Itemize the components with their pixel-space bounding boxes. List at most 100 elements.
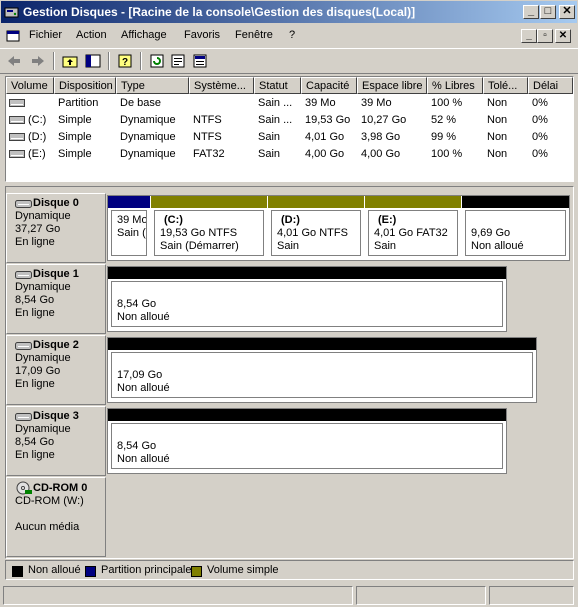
cell-capacity: 39 Mo	[305, 97, 336, 109]
partition-details: 9,69 Go Non alloué	[465, 210, 566, 256]
partition-details: 8,54 Go Non alloué	[111, 423, 503, 469]
disk-management-icon[interactable]	[4, 5, 19, 20]
column-header[interactable]: Espace libre	[357, 77, 427, 94]
partition-label: (D:)	[281, 214, 300, 226]
partition-details: (D:) 4,01 Go NTFS Sain	[271, 210, 361, 256]
partition[interactable]: (E:) 4,01 Go FAT32 Sain	[365, 196, 461, 260]
properties-button[interactable]	[168, 52, 188, 70]
cell-filesystem: NTFS	[193, 114, 222, 126]
maximize-button[interactable]: □	[540, 5, 556, 19]
partition-size: 39 Mo	[117, 214, 147, 226]
cdrom-name: CD-ROM 0	[33, 481, 88, 494]
column-header[interactable]: Type	[116, 77, 189, 94]
partition-size: 8,54 Go	[117, 440, 157, 452]
table-row[interactable]: (C:) Simple Dynamique NTFS Sain ... 19,5…	[6, 112, 573, 129]
cdrom-0-label[interactable]: CD-ROM 0 CD-ROM (W:) Aucun média	[6, 477, 106, 557]
cell-percent-free: 100 %	[431, 148, 463, 160]
disk-1-label[interactable]: Disque 1 Dynamique 8,54 Go En ligne	[6, 264, 106, 334]
cell-volume	[28, 95, 54, 112]
legend-label: Volume simple	[207, 564, 279, 576]
partition[interactable]: (C:) 19,53 Go NTFS Sain (Démarrer)	[151, 196, 267, 260]
partition[interactable]: 39 Mo Sain (	[108, 196, 150, 260]
partition-size: 9,69 Go	[471, 227, 511, 239]
cell-fault-tolerance: Non	[487, 114, 508, 126]
cell-free-space: 3,98 Go	[361, 131, 401, 143]
menu-fichier[interactable]: Fichier	[29, 29, 62, 41]
cell-type: Dynamique	[120, 148, 176, 160]
partition-bar	[108, 267, 506, 279]
hard-disk-icon	[15, 271, 32, 279]
partition[interactable]: 8,54 Go Non alloué	[108, 409, 506, 473]
hard-disk-icon	[9, 116, 25, 124]
column-header[interactable]: Système...	[189, 77, 254, 94]
title-bar[interactable]: Gestion Disques - [Racine de la console\…	[0, 0, 578, 24]
child-restore-button[interactable]: ▫	[537, 29, 553, 43]
hard-disk-icon	[15, 342, 32, 350]
table-row[interactable]: (E:) Simple Dynamique FAT32 Sain 4,00 Go…	[6, 146, 573, 163]
properties-icon	[171, 54, 185, 68]
disk-3-label[interactable]: Disque 3 Dynamique 8,54 Go En ligne	[6, 406, 106, 476]
table-row[interactable]: (D:) Simple Dynamique NTFS Sain 4,01 Go …	[6, 129, 573, 146]
partition-status: Non alloué	[117, 382, 170, 394]
partition-details: (C:) 19,53 Go NTFS Sain (Démarrer)	[154, 210, 264, 256]
disk-type: Dynamique	[15, 423, 71, 435]
cell-overhead: 0%	[532, 97, 548, 109]
menu-help[interactable]: ?	[289, 29, 295, 41]
column-header[interactable]: Tolé...	[483, 77, 528, 94]
table-row[interactable]: Partition De base Sain ... 39 Mo 39 Mo 1…	[6, 95, 573, 112]
menu-action[interactable]: Action	[76, 29, 107, 41]
cell-percent-free: 99 %	[431, 131, 457, 143]
forward-button[interactable]	[28, 52, 48, 70]
back-button[interactable]	[4, 52, 24, 70]
volume-list[interactable]: Volume Disposition Type Système... Statu…	[5, 76, 574, 182]
partition[interactable]: (D:) 4,01 Go NTFS Sain	[268, 196, 364, 260]
hard-disk-icon	[15, 200, 32, 208]
menu-favoris[interactable]: Favoris	[184, 29, 220, 41]
help-button[interactable]: ?	[115, 52, 135, 70]
partition-bar	[151, 196, 267, 208]
column-header[interactable]: Délai	[528, 77, 573, 94]
disk-0-label[interactable]: Disque 0 Dynamique 37,27 Go En ligne	[6, 193, 106, 263]
status-pane	[3, 586, 353, 605]
cell-disposition: Simple	[58, 131, 92, 143]
partition-size: 19,53 Go NTFS	[160, 227, 238, 239]
partition[interactable]: 17,09 Go Non alloué	[108, 338, 536, 402]
status-bar	[0, 584, 578, 607]
show-tree-button[interactable]	[83, 52, 103, 70]
child-minimize-button[interactable]: _	[521, 29, 537, 43]
legend: Non alloué Partition principale Volume s…	[5, 560, 574, 580]
refresh-button[interactable]	[147, 52, 167, 70]
menu-fenetre[interactable]: Fenêtre	[235, 29, 273, 41]
forward-arrow-icon	[32, 56, 44, 66]
disk-size: 8,54 Go	[15, 294, 55, 306]
child-window-icon[interactable]	[6, 29, 20, 43]
column-header[interactable]: Disposition	[54, 77, 116, 94]
toolbar-separator	[53, 52, 55, 70]
legend-label: Partition principale	[101, 564, 192, 576]
cell-capacity: 4,01 Go	[305, 131, 345, 143]
export-list-icon	[193, 54, 207, 68]
cell-disposition: Simple	[58, 114, 92, 126]
disk-name: Disque 2	[33, 339, 79, 351]
export-list-button[interactable]	[190, 52, 210, 70]
child-close-button[interactable]: ✕	[555, 29, 571, 43]
cell-type: Dynamique	[120, 131, 176, 143]
minimize-button[interactable]: _	[523, 5, 539, 19]
partition-status: Sain (Démarrer)	[160, 240, 239, 252]
toolbar-separator	[140, 52, 142, 70]
show-tree-icon	[85, 54, 101, 68]
partition[interactable]: 8,54 Go Non alloué	[108, 267, 506, 331]
up-button[interactable]	[60, 52, 80, 70]
column-header[interactable]: Statut	[254, 77, 301, 94]
partition-label: (E:)	[378, 214, 397, 226]
menu-affichage[interactable]: Affichage	[121, 29, 167, 41]
hard-disk-icon	[9, 150, 25, 158]
partition[interactable]: 9,69 Go Non alloué	[462, 196, 569, 260]
disk-graphical-view[interactable]: Disque 0 Dynamique 37,27 Go En ligne 39 …	[5, 186, 574, 559]
close-button[interactable]: ✕	[559, 5, 575, 19]
disk-2-label[interactable]: Disque 2 Dynamique 17,09 Go En ligne	[6, 335, 106, 405]
column-header[interactable]: Capacité	[301, 77, 357, 94]
hard-disk-icon	[15, 413, 32, 421]
column-header[interactable]: Volume	[6, 77, 54, 94]
column-header[interactable]: % Libres	[427, 77, 483, 94]
